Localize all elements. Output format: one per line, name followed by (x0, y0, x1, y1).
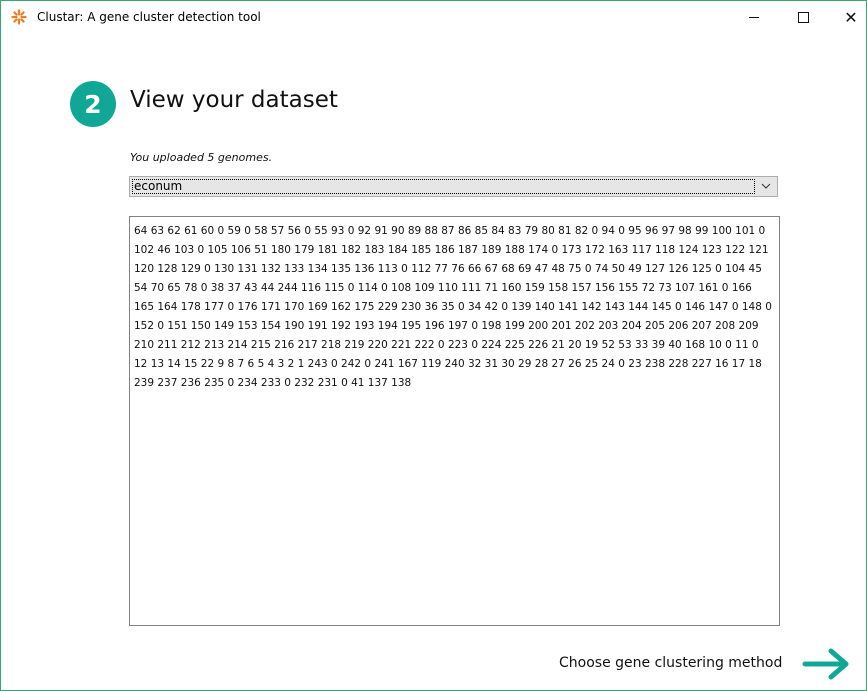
genome-select[interactable]: econum (129, 176, 778, 197)
asterisk-logo-icon (11, 9, 27, 25)
close-button[interactable]: ✕ (828, 1, 867, 33)
app-window: Clustar: A gene cluster detection tool ✕… (0, 0, 867, 691)
page-title: View your dataset (130, 87, 338, 113)
minimize-button[interactable] (731, 1, 777, 33)
dataset-text: 64 63 62 61 60 0 59 0 58 57 56 0 55 93 0… (134, 225, 772, 389)
next-step-label[interactable]: Choose gene clustering method (559, 655, 782, 671)
window-title: Clustar: A gene cluster detection tool (37, 10, 261, 24)
arrow-right-icon[interactable] (801, 647, 853, 681)
minimize-icon (749, 16, 759, 18)
genome-select-value: econum (132, 179, 755, 194)
close-icon: ✕ (844, 7, 858, 27)
upload-status-text: You uploaded 5 genomes. (130, 151, 273, 164)
maximize-button[interactable] (780, 1, 826, 33)
step-number-badge: 2 (70, 81, 116, 127)
chevron-down-icon (761, 183, 771, 189)
dataset-textarea[interactable]: 64 63 62 61 60 0 59 0 58 57 56 0 55 93 0… (129, 216, 780, 626)
maximize-icon (797, 11, 809, 23)
title-bar[interactable]: Clustar: A gene cluster detection tool ✕ (1, 1, 866, 33)
